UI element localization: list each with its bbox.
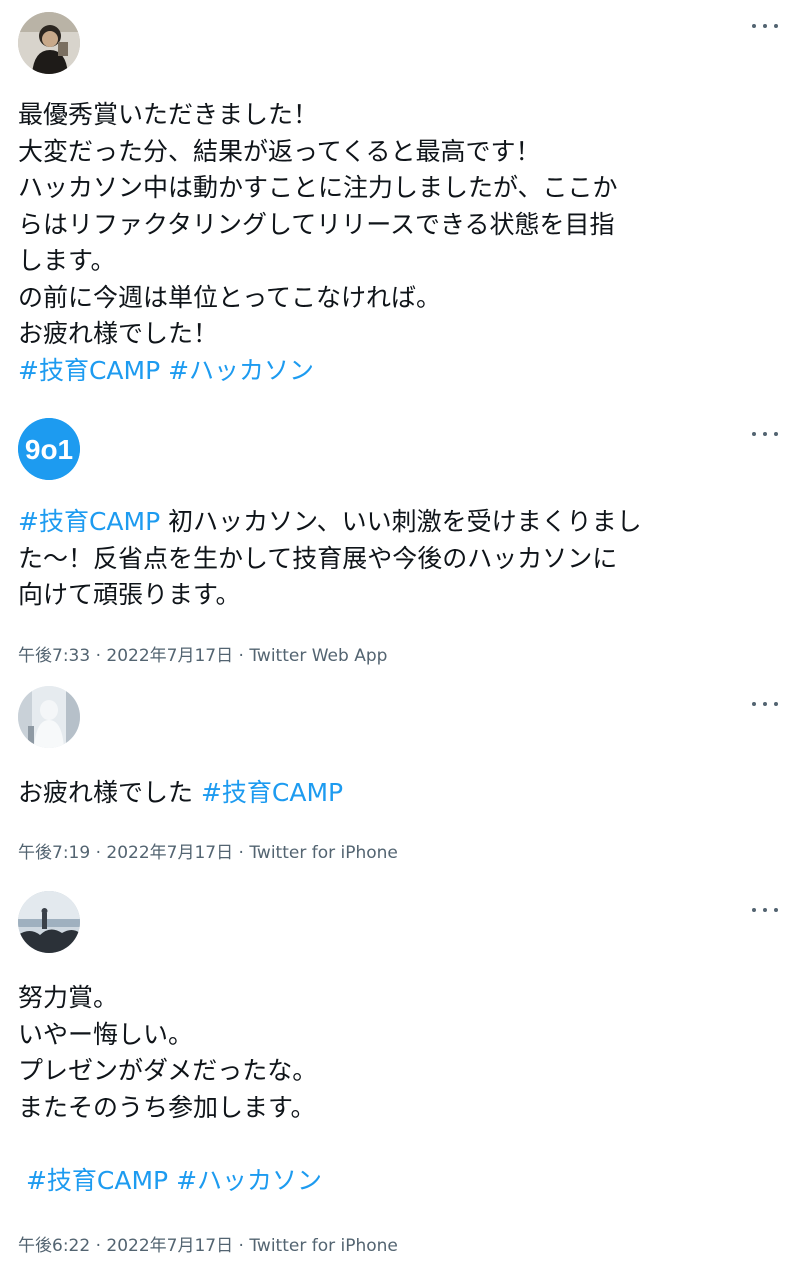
meta-separator: · bbox=[95, 1236, 101, 1256]
tweet-date[interactable]: 2022年7月17日 bbox=[106, 1236, 233, 1256]
user-photo-icon bbox=[18, 12, 80, 74]
hashtag-link[interactable]: #技育CAMP bbox=[18, 507, 160, 536]
tweet-4: 努力賞。 いやー悔しい。 プレゼンがダメだったな。 またそのうち参加します。 #… bbox=[0, 875, 800, 1270]
tweet-text: お疲れ様でした #技育CAMP bbox=[18, 778, 344, 807]
tweet-date[interactable]: 2022年7月17日 bbox=[106, 843, 233, 863]
hashtag-link[interactable]: #ハッカソン bbox=[168, 356, 314, 385]
tweet-time[interactable]: 午後7:33 bbox=[18, 646, 90, 666]
org-avatar[interactable]: 9o1 bbox=[18, 418, 80, 480]
tweet-text: 努力賞。 いやー悔しい。 プレゼンがダメだったな。 またそのうち参加します。 #… bbox=[18, 983, 323, 1195]
tweet-2: 9o1 #技育CAMP 初ハッカソン、いい刺激を受けまくりまし た～！反省点を生… bbox=[0, 410, 800, 680]
svg-text:9o1: 9o1 bbox=[25, 434, 73, 465]
tweet-1: 最優秀賞いただきました！ 大変だった分、結果が返ってくると最高です！ ハッカソン… bbox=[0, 0, 800, 410]
meta-separator: · bbox=[238, 843, 244, 863]
tweet-meta: 午後7:19 · 2022年7月17日 · Twitter for iPhone bbox=[18, 838, 398, 863]
more-options-button[interactable] bbox=[752, 697, 778, 711]
tweet-source[interactable]: Twitter for iPhone bbox=[249, 843, 398, 863]
hashtag-link[interactable]: #技育CAMP bbox=[201, 778, 343, 807]
more-options-button[interactable] bbox=[752, 427, 778, 441]
tweet-time[interactable]: 午後6:22 bbox=[18, 1236, 90, 1256]
tweet-3: お疲れ様でした #技育CAMP 午後7:19 · 2022年7月17日 · Tw… bbox=[0, 680, 800, 875]
more-options-button[interactable] bbox=[752, 903, 778, 917]
meta-separator: · bbox=[238, 646, 244, 666]
hashtag-link[interactable]: #技育CAMP bbox=[18, 356, 160, 385]
user-avatar[interactable] bbox=[18, 12, 80, 74]
more-options-button[interactable] bbox=[752, 19, 778, 33]
tweet-meta: 午後6:22 · 2022年7月17日 · Twitter for iPhone bbox=[18, 1231, 398, 1256]
meta-separator: · bbox=[95, 646, 101, 666]
user-avatar[interactable] bbox=[18, 891, 80, 953]
user-photo-icon bbox=[18, 891, 80, 953]
meta-separator: · bbox=[238, 1236, 244, 1256]
tweet-date[interactable]: 2022年7月17日 bbox=[106, 646, 233, 666]
tweet-text: #技育CAMP 初ハッカソン、いい刺激を受けまくりまし た～！反省点を生かして技… bbox=[18, 507, 642, 609]
user-avatar[interactable] bbox=[18, 686, 80, 748]
hashtag-link[interactable]: #ハッカソン bbox=[176, 1166, 322, 1195]
tweet-meta: 午後7:33 · 2022年7月17日 · Twitter Web App bbox=[18, 641, 387, 666]
tweet-source[interactable]: Twitter for iPhone bbox=[249, 1236, 398, 1256]
logo-icon: 9o1 bbox=[18, 418, 80, 480]
meta-separator: · bbox=[95, 843, 101, 863]
tweet-source[interactable]: Twitter Web App bbox=[249, 646, 387, 666]
tweet-time[interactable]: 午後7:19 bbox=[18, 843, 90, 863]
hashtag-link[interactable]: #技育CAMP bbox=[26, 1166, 168, 1195]
user-photo-icon bbox=[18, 686, 80, 748]
tweet-text: 最優秀賞いただきました！ 大変だった分、結果が返ってくると最高です！ ハッカソン… bbox=[18, 100, 618, 385]
